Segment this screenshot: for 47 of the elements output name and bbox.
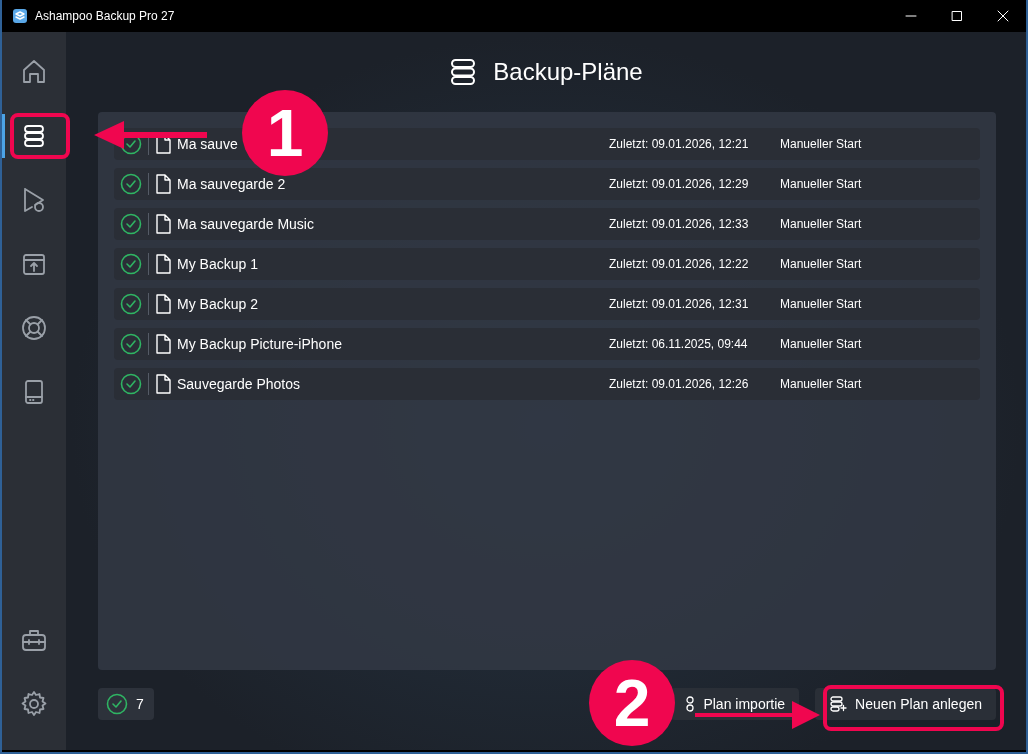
last-run-text: Zuletzt: 09.01.2026, 12:31: [609, 296, 750, 313]
plan-name: Sauvegarde Photos: [177, 374, 301, 394]
last-run-text: Zuletzt: 06.11.2025, 09:44: [609, 336, 749, 353]
plan-name: My Backup Picture-iPhone: [177, 334, 343, 354]
plan-row[interactable]: Sauvegarde Photos Zuletzt: 09.01.2026, 12:26 Manueller Start: [114, 368, 980, 400]
plan-name: Ma sauvegarde 2: [177, 174, 287, 194]
plan-row[interactable]: My Backup 2 Zuletzt: 09.01.2026, 12:31 Manueller Start: [114, 288, 980, 320]
schedule-text: Manueller Start: [780, 296, 862, 313]
add-stack-icon: [829, 695, 848, 713]
schedule-text: Manueller Start: [780, 216, 862, 233]
stack-icon: [451, 59, 476, 85]
last-run-text: Zuletzt: 09.01.2026, 12:29: [609, 176, 750, 193]
schedule-text: Manueller Start: [780, 136, 862, 153]
plan-name: My Backup 2: [177, 294, 259, 314]
highlight-frame: [10, 113, 70, 159]
schedule-text: Manueller Start: [780, 376, 862, 393]
document-icon: [155, 214, 171, 234]
check-circle-icon: [106, 693, 128, 715]
last-run-text: Zuletzt: 09.01.2026, 12:33: [609, 216, 750, 233]
last-run-text: Zuletzt: 09.01.2026, 12:26: [609, 376, 750, 393]
document-icon: [155, 334, 171, 354]
home-icon: [20, 58, 48, 86]
lifebuoy-icon: [20, 314, 48, 342]
ok-count: 7: [136, 694, 144, 714]
last-run-text: Zuletzt: 09.01.2026, 12:22: [609, 256, 750, 273]
window-title: Ashampoo Backup Pro 27: [35, 8, 175, 25]
last-run-text: Zuletzt: 09.01.2026, 12:21: [609, 136, 750, 153]
document-icon: [155, 174, 171, 194]
close-icon: [997, 10, 1009, 22]
schedule-text: Manueller Start: [780, 336, 862, 353]
schedule-text: Manueller Start: [780, 256, 862, 273]
plan-row[interactable]: My Backup 1 Zuletzt: 09.01.2026, 12:22 Manueller Start: [114, 248, 980, 280]
app-logo-icon: [12, 8, 28, 24]
plan-row[interactable]: Ma sauvegarde Music Zuletzt: 09.01.2026, 12:33 Manueller Start: [114, 208, 980, 240]
plan-name: Ma sauve: [177, 134, 239, 154]
document-icon: [155, 254, 171, 274]
document-icon: [155, 294, 171, 314]
plan-name: My Backup 1: [177, 254, 259, 274]
plan-name: Ma sauvegarde Music: [177, 214, 315, 234]
maximize-icon: [951, 10, 963, 22]
plan-row[interactable]: My Backup Picture-iPhone Zuletzt: 06.11.2025, 09:44 Manueller Start: [114, 328, 980, 360]
gear-icon: [20, 690, 48, 718]
plan-row[interactable]: Ma sauvegarde 2 Zuletzt: 09.01.2026, 12:29 Manueller Start: [114, 168, 980, 200]
schedule-text: Manueller Start: [780, 176, 862, 193]
new-plan-button[interactable]: Neuen Plan anlegen: [815, 688, 996, 720]
page-title: Backup-Pläne: [493, 57, 643, 87]
document-icon: [155, 374, 171, 394]
